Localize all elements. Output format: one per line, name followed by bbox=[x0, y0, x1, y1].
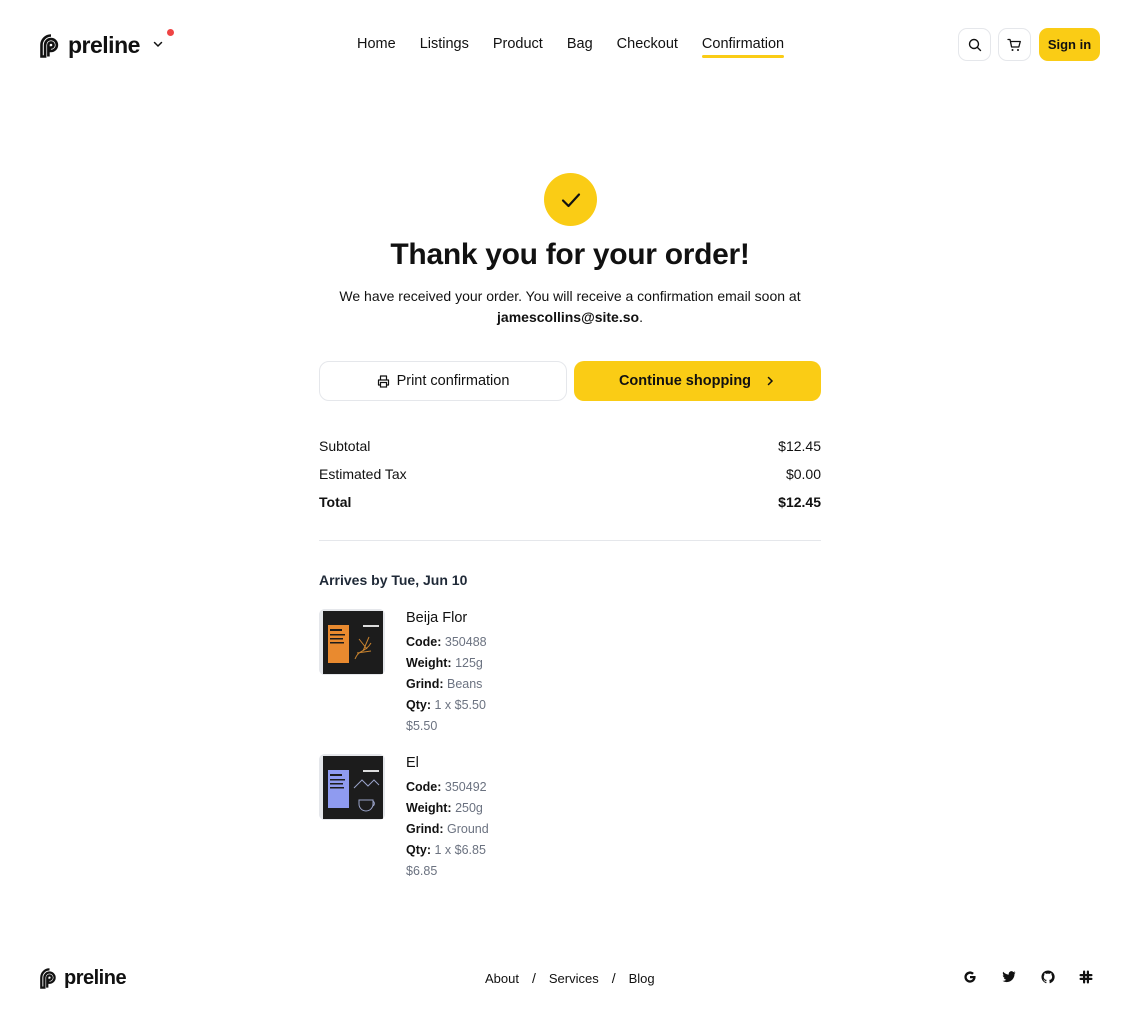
nav-product[interactable]: Product bbox=[493, 36, 543, 52]
item-code-value: 350492 bbox=[444, 780, 487, 794]
footer-link-about[interactable]: About bbox=[485, 971, 519, 986]
item-code-value: 350488 bbox=[444, 635, 487, 649]
item-name[interactable]: El bbox=[406, 755, 489, 777]
item-weight-value: 250g bbox=[455, 801, 483, 815]
item-grind: Grind: Ground bbox=[406, 819, 489, 840]
twitter-icon[interactable] bbox=[1000, 968, 1018, 986]
item-qty: Qty: 1 x $6.85 bbox=[406, 840, 489, 861]
chevron-down-icon[interactable] bbox=[152, 38, 164, 50]
total-label: Total bbox=[319, 494, 352, 510]
search-button[interactable] bbox=[958, 28, 991, 61]
search-icon bbox=[968, 38, 981, 51]
item-weight-value: 125g bbox=[455, 656, 483, 670]
sign-in-button[interactable]: Sign in bbox=[1039, 28, 1100, 61]
subtotal-row: Subtotal $12.45 bbox=[319, 438, 821, 454]
brand-name: preline bbox=[68, 32, 140, 58]
item-qty-value: 1 x $6.85 bbox=[434, 843, 486, 857]
product-image[interactable] bbox=[319, 609, 385, 675]
item-qty-label: Qty: bbox=[406, 698, 431, 712]
nav-confirmation[interactable]: Confirmation bbox=[701, 36, 785, 58]
google-logo bbox=[964, 971, 976, 983]
site-header: preline Home Listings Product Bag Checko… bbox=[0, 0, 1140, 90]
item-details: El Code: 350492 Weight: 250g Grind: Grou… bbox=[406, 754, 489, 882]
footer-logo[interactable]: preline bbox=[40, 967, 127, 990]
item-grind: Grind: Beans bbox=[406, 674, 487, 695]
main-nav: Home Listings Product Bag Checkout Confi… bbox=[357, 36, 808, 58]
tax-value: $0.00 bbox=[785, 466, 821, 482]
continue-shopping-label: Continue shopping bbox=[618, 373, 752, 389]
subtotal-label: Subtotal bbox=[319, 438, 371, 454]
item-name[interactable]: Beija Flor bbox=[406, 610, 487, 632]
summary-divider bbox=[319, 540, 821, 541]
item-price: $6.85 bbox=[406, 864, 438, 878]
notification-dot bbox=[167, 29, 174, 36]
cart-icon bbox=[1007, 38, 1021, 51]
item-price: $5.50 bbox=[406, 719, 438, 733]
preline-logo-icon bbox=[40, 968, 56, 989]
item-grind-label: Grind: bbox=[406, 822, 444, 836]
item-code: Code: 350488 bbox=[406, 632, 487, 653]
printer-icon bbox=[377, 374, 389, 388]
arrival-date: Arrives by Tue, Jun 10 bbox=[319, 572, 468, 588]
nav-home[interactable]: Home bbox=[357, 36, 396, 52]
print-confirmation-button[interactable]: Print confirmation bbox=[319, 361, 567, 401]
confirmation-message: We have received your order. You will re… bbox=[339, 288, 801, 325]
footer-nav: About / Services / Blog bbox=[485, 970, 655, 986]
github-logo bbox=[1041, 970, 1055, 984]
cart-button[interactable] bbox=[998, 28, 1031, 61]
preline-logo-icon bbox=[40, 33, 59, 58]
checkmark-icon bbox=[561, 192, 580, 207]
item-weight-label: Weight: bbox=[406, 801, 452, 815]
footer-link-services[interactable]: Services bbox=[549, 971, 599, 986]
item-qty-label: Qty: bbox=[406, 843, 431, 857]
total-value: $12.45 bbox=[778, 494, 821, 510]
twitter-logo bbox=[1002, 971, 1016, 983]
print-confirmation-label: Print confirmation bbox=[396, 373, 510, 389]
confirmation-title: Thank you for your order! bbox=[390, 238, 750, 271]
footer-brand-name: preline bbox=[64, 967, 127, 989]
confirmation-message-text: We have received your order. You will re… bbox=[339, 288, 801, 304]
tax-label: Estimated Tax bbox=[319, 466, 407, 482]
github-icon[interactable] bbox=[1039, 968, 1057, 986]
footer-separator: / bbox=[611, 970, 616, 986]
item-weight: Weight: 250g bbox=[406, 798, 489, 819]
item-weight: Weight: 125g bbox=[406, 653, 487, 674]
coffee-bag-image bbox=[319, 609, 385, 675]
google-icon[interactable] bbox=[961, 968, 979, 986]
item-code: Code: 350492 bbox=[406, 777, 489, 798]
slack-logo bbox=[1079, 970, 1093, 984]
nav-listings[interactable]: Listings bbox=[420, 36, 469, 52]
nav-bag[interactable]: Bag bbox=[567, 36, 593, 52]
slack-icon[interactable] bbox=[1077, 968, 1095, 986]
item-code-label: Code: bbox=[406, 635, 442, 649]
product-image[interactable] bbox=[319, 754, 385, 820]
continue-shopping-button[interactable]: Continue shopping bbox=[574, 361, 821, 401]
tax-row: Estimated Tax $0.00 bbox=[319, 466, 821, 482]
footer-separator: / bbox=[531, 970, 536, 986]
chevron-right-icon bbox=[767, 376, 774, 386]
footer-link-blog[interactable]: Blog bbox=[629, 971, 655, 986]
item-weight-label: Weight: bbox=[406, 656, 452, 670]
item-qty-value: 1 x $5.50 bbox=[434, 698, 486, 712]
brand-logo[interactable]: preline bbox=[40, 32, 140, 59]
item-grind-label: Grind: bbox=[406, 677, 444, 691]
success-check bbox=[544, 173, 597, 226]
item-details: Beija Flor Code: 350488 Weight: 125g Gri… bbox=[406, 609, 487, 737]
item-qty: Qty: 1 x $5.50 bbox=[406, 695, 487, 716]
item-grind-value: Beans bbox=[446, 677, 483, 691]
confirmation-email: jamescollins@site.so bbox=[497, 309, 640, 325]
subtotal-value: $12.45 bbox=[778, 438, 821, 454]
item-grind-value: Ground bbox=[446, 822, 489, 836]
nav-checkout[interactable]: Checkout bbox=[617, 36, 678, 52]
total-row: Total $12.45 bbox=[319, 494, 821, 510]
item-code-label: Code: bbox=[406, 780, 442, 794]
coffee-bag-image bbox=[319, 754, 385, 820]
